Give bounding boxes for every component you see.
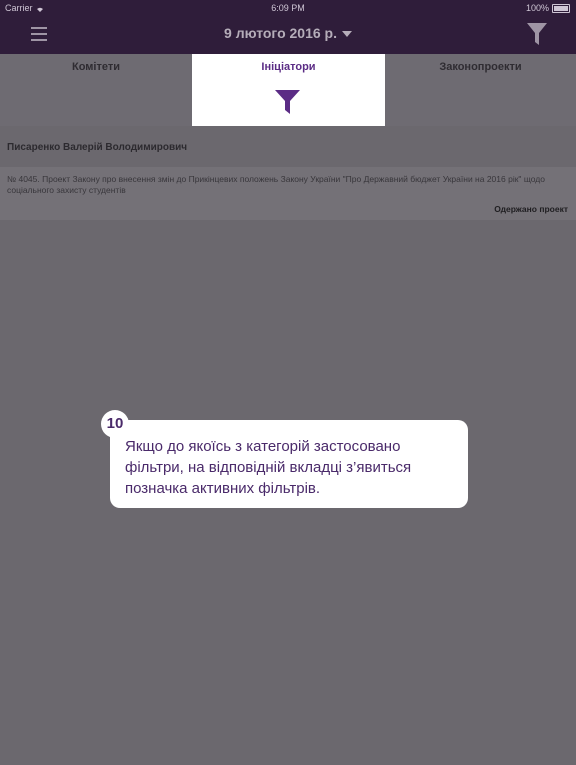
battery-percent: 100% <box>525 3 549 13</box>
chevron-down-icon <box>341 31 352 38</box>
tab-label: Комітети <box>72 61 120 73</box>
battery-icon <box>552 3 570 13</box>
tab-bills[interactable]: Законопроекти <box>385 54 576 126</box>
status-bar: Carrier 6:09 PM 100% <box>0 0 576 16</box>
tab-label: Ініціатори <box>261 61 316 73</box>
active-filter-icon <box>275 90 300 114</box>
tab-committees[interactable]: Комітети <box>0 54 192 126</box>
status-time: 6:09 PM <box>271 3 305 13</box>
nav-bar: 9 лютого 2016 р. <box>0 16 576 54</box>
bill-status: Одержано проект <box>494 204 568 214</box>
funnel-icon[interactable] <box>527 23 547 45</box>
bill-title: № 4045. Проект Закону про внесення змін … <box>7 174 545 195</box>
bill-row[interactable]: № 4045. Проект Закону про внесення змін … <box>0 167 576 220</box>
callout-text: Якщо до якоїсь з категорій застосовано ф… <box>125 438 412 497</box>
date-picker-button[interactable]: 9 лютого 2016 р. <box>0 25 576 41</box>
battery-indicator: 100% <box>526 3 570 13</box>
tab-initiators[interactable]: Ініціатори <box>192 54 385 126</box>
tutorial-callout: Якщо до якоїсь з категорій застосовано ф… <box>110 420 468 508</box>
initiator-name[interactable]: Писаренко Валерій Володимирович <box>7 142 187 153</box>
date-title: 9 лютого 2016 р. <box>224 25 337 41</box>
callout-number: 10 <box>101 410 129 438</box>
tab-label: Законопроекти <box>439 61 522 73</box>
category-tabs: Комітети Ініціатори Законопроекти <box>0 54 576 126</box>
